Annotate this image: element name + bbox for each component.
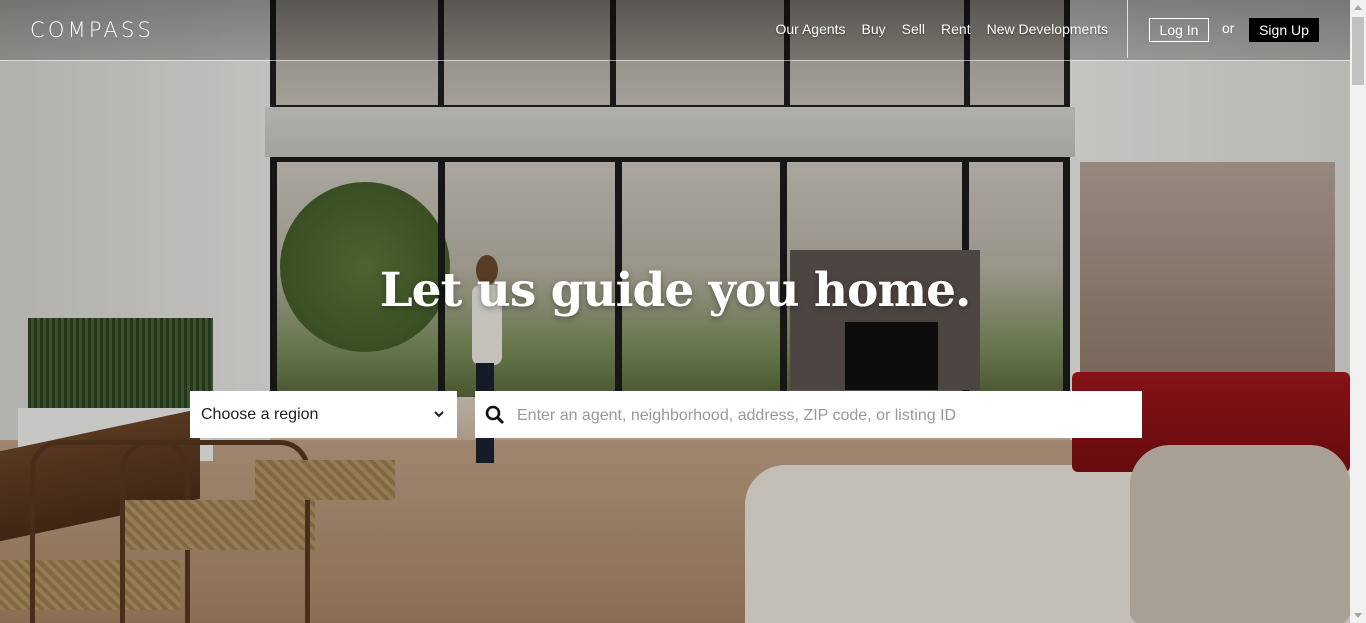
region-select-value: Choose a region <box>201 406 319 423</box>
scroll-thumb[interactable] <box>1352 17 1364 85</box>
nav-buy[interactable]: Buy <box>862 21 886 37</box>
nav-sell[interactable]: Sell <box>902 21 925 37</box>
site-header: COMPASS Our Agents Buy Sell Rent New Dev… <box>0 0 1350 61</box>
page-scrollbar[interactable] <box>1350 0 1366 623</box>
login-button[interactable]: Log In <box>1149 18 1209 42</box>
nav-divider <box>1127 0 1128 58</box>
nav-new-developments[interactable]: New Developments <box>987 21 1108 37</box>
chevron-down-icon <box>433 407 445 425</box>
nav-rent[interactable]: Rent <box>941 21 971 37</box>
search-bar <box>475 391 1142 440</box>
search-icon[interactable] <box>485 405 505 430</box>
signup-button[interactable]: Sign Up <box>1249 18 1319 42</box>
nav-our-agents[interactable]: Our Agents <box>776 21 846 37</box>
hero-headline: Let us guide you home. <box>379 263 972 318</box>
region-select[interactable]: Choose a region <box>190 391 457 438</box>
scroll-up-arrow[interactable] <box>1354 5 1362 10</box>
main-nav: Our Agents Buy Sell Rent New Development… <box>776 21 1109 37</box>
search-input[interactable] <box>515 391 1134 440</box>
compass-logo[interactable]: COMPASS <box>30 18 154 42</box>
scroll-down-arrow[interactable] <box>1354 613 1362 618</box>
or-text: or <box>1222 20 1235 36</box>
